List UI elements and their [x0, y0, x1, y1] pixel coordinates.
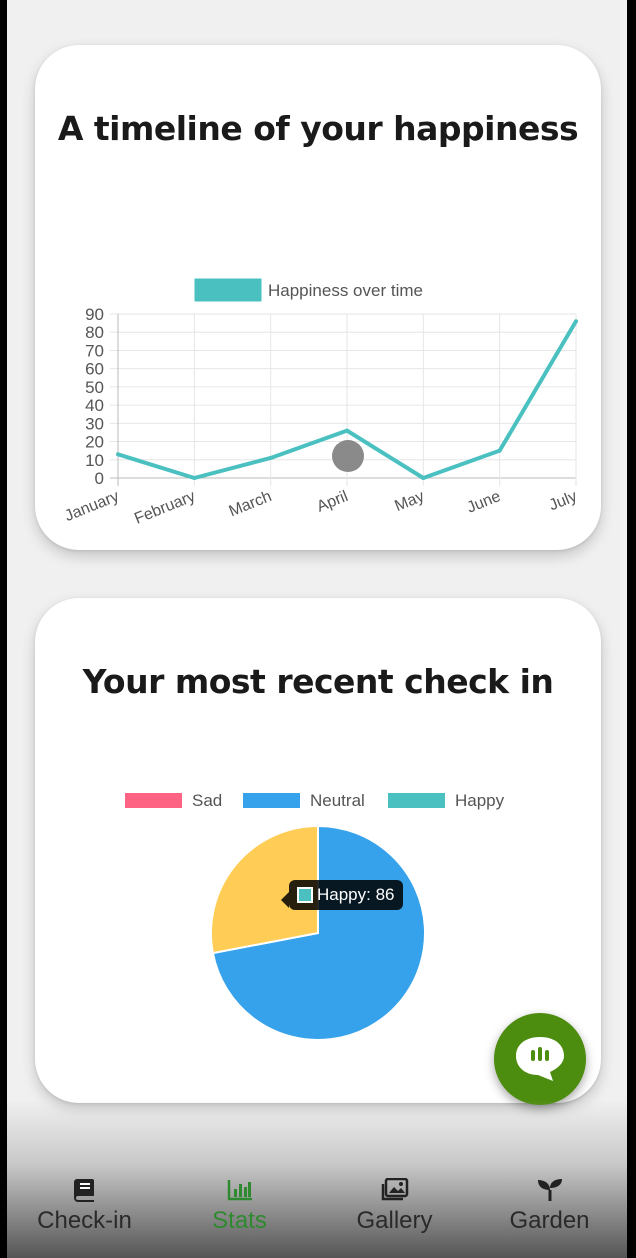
x-tick-label: June: [465, 488, 504, 517]
y-tick-label: 30: [85, 414, 104, 433]
data-point: [497, 448, 502, 453]
data-point: [192, 476, 197, 480]
nav-item-garden[interactable]: Garden: [472, 1170, 627, 1258]
legend-label: Neutral: [310, 791, 365, 810]
line-chart: Happiness over time 0102030405060708090 Ja…: [62, 278, 580, 525]
bottom-nav: Check-in Stats Gallery Garden: [7, 1170, 627, 1258]
chat-icon: [516, 1037, 564, 1081]
bar-chart-icon: [227, 1180, 252, 1201]
nav-label-garden: Garden: [509, 1207, 590, 1234]
legend-label: Sad: [192, 791, 222, 810]
x-tick-label: April: [314, 488, 350, 516]
legend-swatch: [194, 278, 262, 302]
legend-label: Happy: [455, 791, 505, 810]
data-point: [421, 476, 426, 480]
y-tick-label: 80: [85, 323, 104, 342]
legend-swatch: [125, 793, 182, 808]
nav-item-gallery[interactable]: Gallery: [317, 1170, 472, 1258]
images-icon: [381, 1178, 408, 1201]
y-tick-label: 70: [85, 341, 104, 360]
chat-fab-button[interactable]: [494, 1013, 586, 1105]
timeline-card: A timeline of your happiness Happiness o…: [35, 45, 601, 550]
app-screen: A timeline of your happiness Happiness o…: [7, 0, 627, 1258]
x-tick-label: May: [392, 488, 426, 515]
y-tick-label: 60: [85, 360, 104, 379]
nav-label-stats: Stats: [212, 1207, 267, 1234]
x-tick-label: July: [547, 488, 580, 514]
timeline-title: A timeline of your happiness: [57, 109, 579, 148]
data-point: [268, 455, 273, 460]
pie-tooltip: Happy: 86: [289, 880, 403, 910]
nav-item-stats[interactable]: Stats: [162, 1170, 317, 1258]
legend-label: Happiness over time: [268, 281, 423, 300]
y-tick-label: 90: [85, 305, 104, 324]
y-tick-label: 10: [85, 451, 104, 470]
y-tick-label: 20: [85, 433, 104, 452]
data-point: [574, 319, 578, 324]
sprout-icon: [537, 1179, 562, 1201]
y-tick-label: 40: [85, 396, 104, 415]
y-tick-label: 0: [95, 469, 104, 488]
data-point: [116, 452, 120, 457]
book-icon: [73, 1179, 94, 1202]
data-point: [345, 428, 349, 433]
legend-swatch: [388, 793, 445, 808]
y-tick-label: 50: [85, 378, 104, 397]
tooltip-arrow: [281, 892, 289, 908]
recent-checkin-title: Your most recent check in: [82, 662, 554, 701]
nav-item-checkin[interactable]: Check-in: [7, 1170, 162, 1258]
legend-swatch: [243, 793, 300, 808]
x-tick-label: February: [132, 488, 198, 525]
touch-indicator: [332, 440, 364, 472]
nav-label-gallery: Gallery: [356, 1207, 433, 1234]
tooltip-text: Happy: 86: [317, 885, 395, 904]
tooltip-swatch: [297, 887, 313, 903]
x-tick-label: March: [227, 488, 275, 520]
x-tick-label: January: [62, 488, 121, 525]
nav-label-checkin: Check-in: [37, 1207, 132, 1234]
